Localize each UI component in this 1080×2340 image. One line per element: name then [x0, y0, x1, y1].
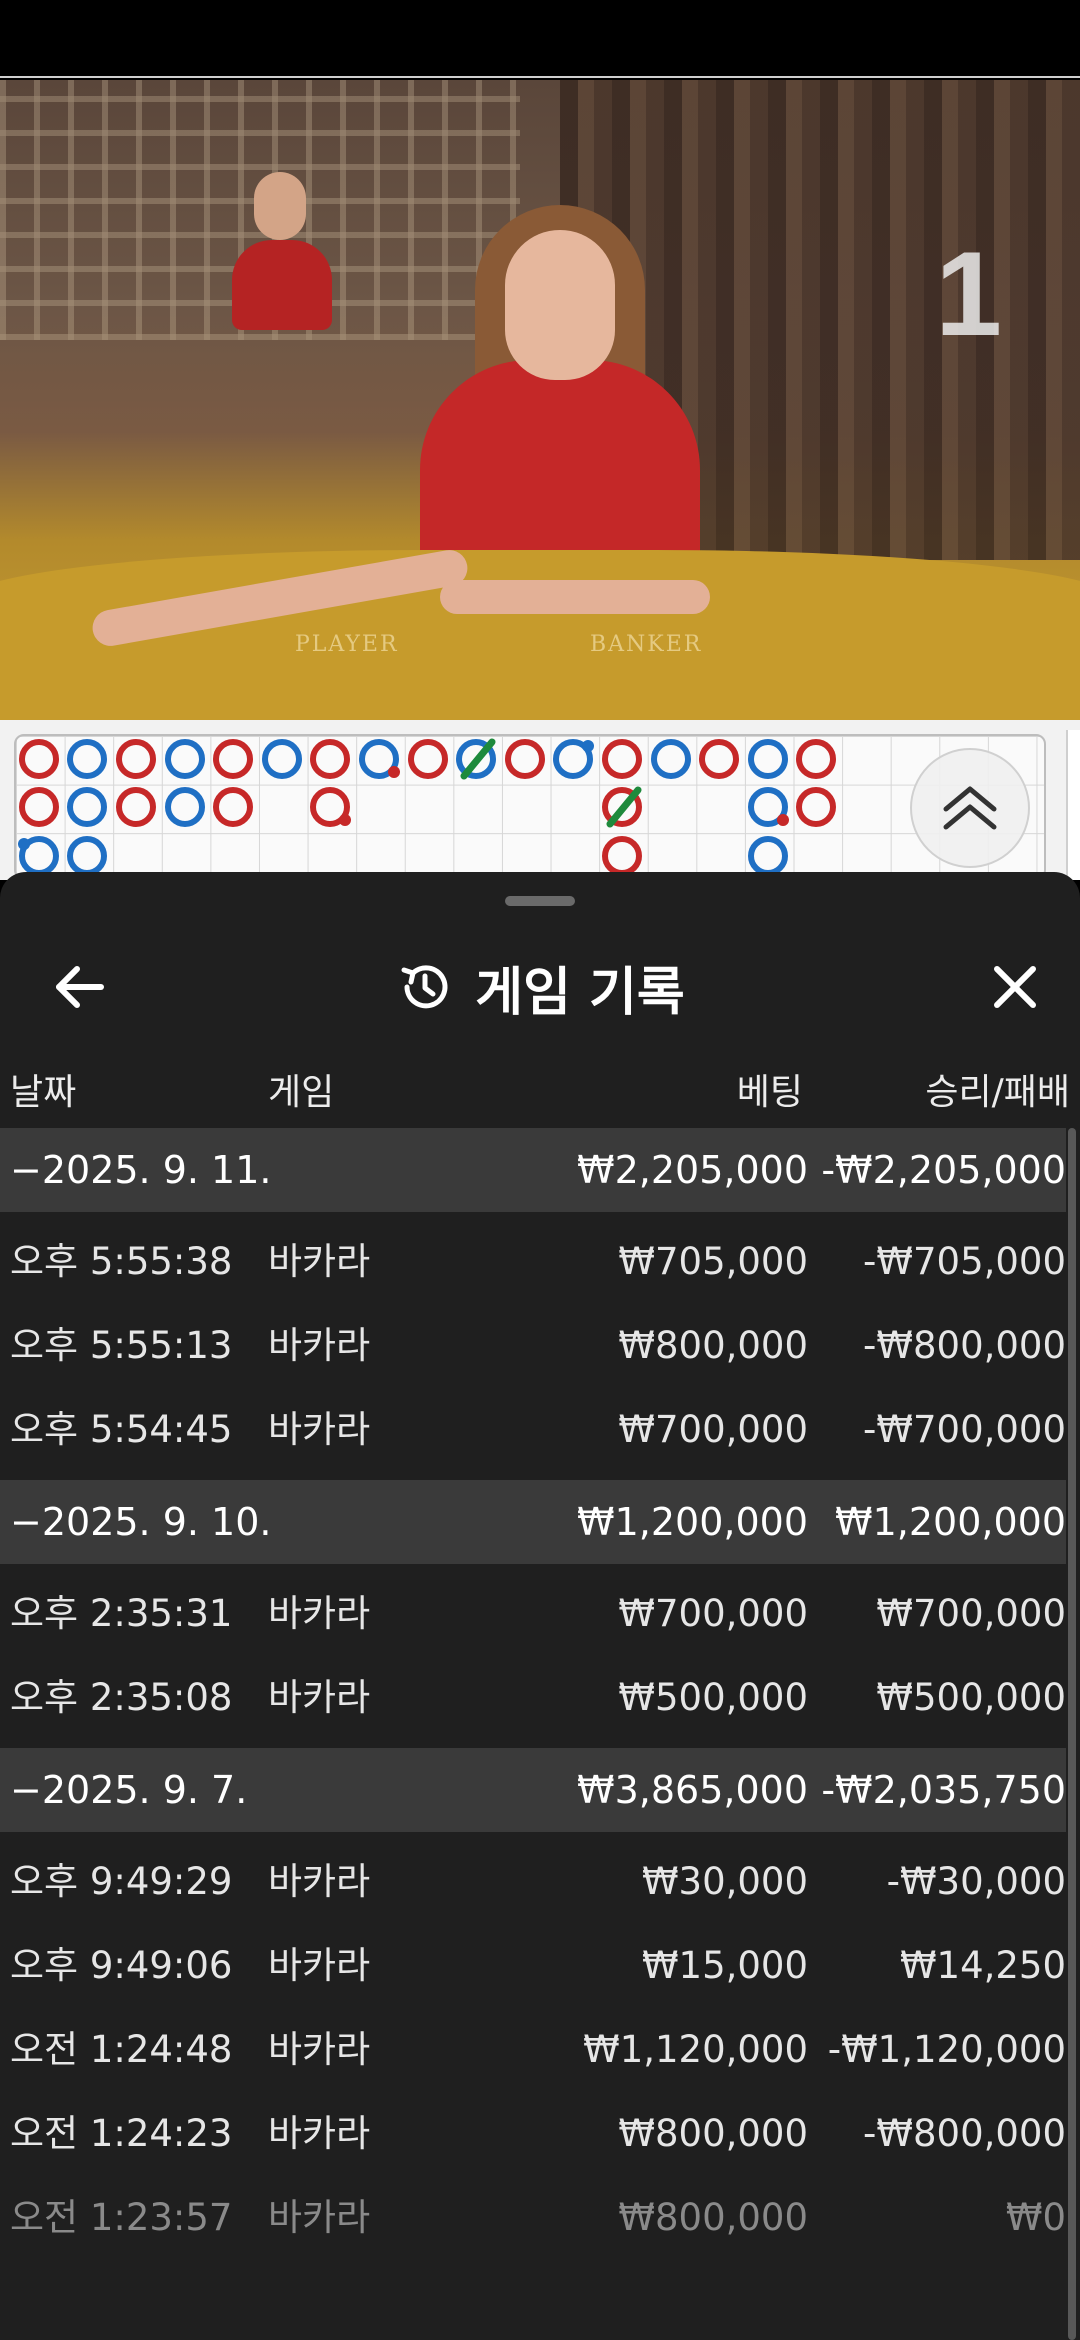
column-win-loss: 승리/패배	[925, 1072, 1070, 1113]
group-win-loss-total: ₩1,200,000	[835, 1500, 1066, 1544]
drag-handle[interactable]	[505, 896, 575, 906]
arrow-left-icon	[56, 966, 104, 1008]
scrollbar[interactable]	[1068, 1128, 1076, 2340]
column-game: 게임	[268, 1072, 335, 1113]
column-bet: 베팅	[736, 1072, 803, 1113]
group-win-loss-total: -₩2,205,000	[821, 1148, 1066, 1192]
date-group-header[interactable]: −2025. 9. 10. ₩1,200,000 ₩1,200,000	[0, 1480, 1066, 1564]
banker-table-label: BANKER	[590, 632, 703, 657]
date-group-header[interactable]: −2025. 9. 11. ₩2,205,000 -₩2,205,000	[0, 1128, 1066, 1212]
close-button[interactable]	[980, 952, 1050, 1022]
group-date: 2025. 9. 10.	[41, 1500, 272, 1544]
column-headers: 날짜 게임 베팅 승리/패배	[0, 1062, 1080, 1124]
date-group-header[interactable]: −2025. 9. 7. ₩3,865,000 -₩2,035,750	[0, 1748, 1066, 1832]
sheet-header: 게임 기록	[0, 932, 1080, 1042]
road-marks	[18, 738, 836, 876]
history-row[interactable]: 오전 1:24:48 바카라 ₩1,120,000 -₩1,120,000	[0, 2008, 1066, 2092]
group-bet-total: ₩1,200,000	[577, 1500, 808, 1544]
history-row[interactable]: 오후 5:55:13 바카라 ₩800,000 -₩800,000	[0, 1304, 1066, 1388]
game-history-sheet: 게임 기록 날짜 게임 베팅 승리/패배 −2025. 9. 11. ₩2,20…	[0, 872, 1080, 2340]
table-number: 1	[935, 227, 1002, 361]
history-row[interactable]: 오전 1:24:23 바카라 ₩800,000 -₩800,000	[0, 2092, 1066, 2176]
double-chevron-up-icon	[943, 786, 997, 830]
status-bar	[0, 0, 1080, 78]
history-row[interactable]: 오후 2:35:31 바카라 ₩700,000 ₩700,000	[0, 1572, 1066, 1656]
history-row[interactable]: 오후 9:49:29 바카라 ₩30,000 -₩30,000	[0, 1840, 1066, 1924]
player-table-label: PLAYER	[295, 632, 399, 657]
history-row[interactable]: 오후 9:49:06 바카라 ₩15,000 ₩14,250	[0, 1924, 1066, 2008]
history-row[interactable]: 오후 5:54:45 바카라 ₩700,000 -₩700,000	[0, 1388, 1066, 1472]
history-row[interactable]: 오후 5:55:38 바카라 ₩705,000 -₩705,000	[0, 1220, 1066, 1304]
history-row[interactable]: 오후 2:35:08 바카라 ₩500,000 ₩500,000	[0, 1656, 1066, 1740]
collapse-road-button[interactable]	[910, 748, 1030, 868]
group-win-loss-total: -₩2,035,750	[821, 1768, 1066, 1812]
group-bet-total: ₩3,865,000	[577, 1768, 808, 1812]
back-button[interactable]	[44, 952, 114, 1022]
history-row[interactable]: 오전 1:23:57 바카라 ₩800,000 ₩0	[0, 2176, 1066, 2260]
live-video: PLAYER BANKER 1	[0, 80, 1080, 720]
history-list[interactable]: −2025. 9. 11. ₩2,205,000 -₩2,205,000 오후 …	[0, 1128, 1066, 2260]
history-icon	[401, 965, 448, 1009]
page-title: 게임 기록	[475, 962, 685, 1023]
close-icon	[994, 966, 1036, 1008]
group-date: 2025. 9. 7.	[41, 1768, 248, 1812]
group-bet-total: ₩2,205,000	[577, 1148, 808, 1192]
column-date: 날짜	[10, 1072, 77, 1113]
group-date: 2025. 9. 11.	[41, 1148, 272, 1192]
side-road-panel[interactable]	[1066, 730, 1080, 880]
